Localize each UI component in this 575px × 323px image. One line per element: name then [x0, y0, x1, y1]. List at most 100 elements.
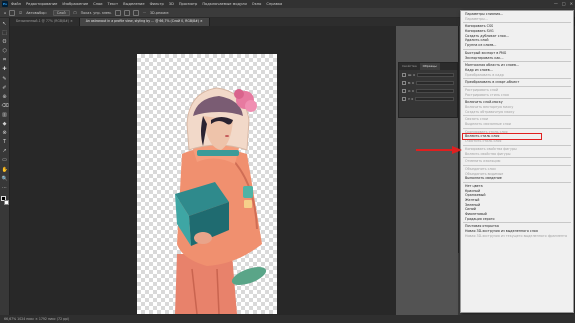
menu-edit[interactable]: Редактирование — [26, 2, 57, 6]
menu-separator — [463, 222, 571, 224]
crop-tool-icon[interactable]: ⌗ — [2, 57, 8, 63]
context-menu-item[interactable]: Градация серого — [461, 217, 573, 222]
height-field[interactable] — [415, 81, 454, 85]
menu-bar: Ps Файл Редактирование Изображение Слои … — [0, 0, 575, 8]
home-icon[interactable]: ⌂ — [4, 11, 6, 15]
properties-row: В: 0 — [402, 80, 454, 86]
y-position-icon — [402, 97, 406, 101]
blur-tool-icon[interactable]: ◆ — [2, 121, 8, 127]
properties-row: X: 0 — [402, 88, 454, 94]
tab-swatches[interactable]: Образцы — [419, 63, 440, 70]
tab-untitled-1[interactable]: Безымянный-1 @ 77% (RGB/8#) × — [10, 18, 80, 26]
menu-help[interactable]: Справка — [266, 2, 282, 6]
context-menu-item: Создать обтравочную маску — [465, 109, 515, 114]
menu-separator — [463, 85, 571, 87]
align-center-icon[interactable] — [123, 9, 130, 16]
close-icon[interactable]: ✕ — [570, 1, 573, 6]
gradient-tool-icon[interactable]: ▥ — [2, 112, 8, 118]
type-tool-icon[interactable]: T — [2, 139, 8, 145]
menu-3d[interactable]: 3D — [169, 2, 174, 6]
move-tool-icon[interactable]: ↖ — [2, 21, 8, 27]
path-select-tool-icon[interactable]: ↗ — [2, 148, 8, 154]
context-menu-item[interactable]: Преобразовать в смарт-объект — [461, 80, 573, 85]
width-field[interactable] — [417, 73, 454, 77]
eyedropper-tool-icon[interactable]: ✚ — [2, 66, 8, 72]
healing-brush-tool-icon[interactable]: ✎ — [2, 76, 8, 82]
more-options-icon[interactable]: ··· — [143, 11, 146, 15]
menu-plugins[interactable]: Подключаемые модули — [202, 2, 246, 6]
menu-separator — [463, 98, 571, 100]
show-controls-checkbox[interactable]: ☐ — [74, 11, 77, 15]
auto-select-label: Автовыбор: — [26, 10, 47, 15]
context-menu-item: Вклеить свойства фигуры — [465, 151, 511, 156]
canvas-area[interactable] — [10, 26, 396, 315]
more-tools-icon[interactable]: ⋯ — [2, 185, 8, 191]
zoom-tool-icon[interactable]: 🔍 — [2, 176, 8, 182]
width-label: Ш: 0 — [408, 73, 416, 77]
tools-panel: ↖ ⬚ ʘ ⬡ ⌗ ✚ ✎ ✐ ⊕ ⌫ ▥ ◆ ⊗ T ↗ ▭ ✋ 🔍 ⋯ — [0, 18, 10, 315]
auto-select-target-dropdown[interactable]: Слой — [52, 9, 70, 16]
menu-separator — [463, 164, 571, 166]
menu-type[interactable]: Текст — [108, 2, 119, 6]
clone-stamp-tool-icon[interactable]: ⊕ — [2, 94, 8, 100]
height-icon — [402, 81, 406, 85]
tab-properties[interactable]: Свойства — [399, 63, 420, 70]
menu-layers[interactable]: Слои — [93, 2, 102, 6]
context-menu-item: Параметры... — [465, 16, 488, 21]
astronaut-illustration — [175, 87, 267, 314]
menu-separator — [463, 22, 571, 24]
menu-window[interactable]: Окно — [252, 2, 262, 6]
menu-separator — [463, 144, 571, 146]
mode-3d-label: 3D-режим: — [149, 10, 170, 15]
context-menu-item: Растрировать стиль слоя — [465, 92, 509, 97]
align-left-icon[interactable] — [114, 9, 121, 16]
hand-tool-icon[interactable]: ✋ — [2, 167, 8, 173]
marquee-tool-icon[interactable]: ⬚ — [2, 30, 8, 36]
minimize-icon[interactable]: — — [554, 1, 558, 6]
tab-astronaut-image[interactable]: An astronaut in a profile view, styling … — [79, 18, 210, 26]
height-label: В: 0 — [408, 81, 414, 85]
background-color-swatch[interactable] — [3, 199, 9, 205]
move-tool-icon[interactable] — [9, 9, 16, 16]
menu-filter[interactable]: Фильтр — [150, 2, 164, 6]
photoshop-logo-icon: Ps — [2, 1, 8, 7]
document-canvas[interactable] — [137, 54, 277, 314]
properties-tabs: Свойства Образцы — [399, 63, 457, 70]
lasso-tool-icon[interactable]: ʘ — [2, 39, 8, 45]
align-right-icon[interactable] — [132, 9, 139, 16]
annotation-arrow-icon — [416, 146, 462, 154]
menu-separator — [463, 181, 571, 183]
show-controls-label: Показ. упр. элем. — [80, 10, 112, 15]
properties-row: Ш: 0 — [402, 72, 454, 78]
context-menu-item: Отменить изоляцию — [465, 159, 501, 164]
menu-view[interactable]: Просмотр — [179, 2, 197, 6]
window-controls: — □ ✕ — [554, 1, 573, 6]
context-menu-item[interactable]: Выполнить сведение — [461, 176, 573, 181]
menu-select[interactable]: Выделение — [123, 2, 144, 6]
context-menu-item: Преобразовать в кадр — [465, 72, 504, 77]
dodge-tool-icon[interactable]: ⊗ — [2, 130, 8, 136]
object-select-tool-icon[interactable]: ⬡ — [2, 48, 8, 54]
context-menu-item[interactable]: Экспортировать как... — [461, 56, 573, 61]
color-swatches[interactable] — [0, 195, 9, 205]
auto-select-checkbox[interactable]: ☑ — [19, 11, 22, 15]
context-menu-item: Новая 3D-экструзия из текущего выделенно… — [465, 233, 567, 238]
y-label: Y: 0 — [408, 97, 414, 101]
menu-file[interactable]: Файл — [11, 2, 21, 6]
x-field[interactable] — [415, 89, 454, 93]
y-field[interactable] — [415, 97, 454, 101]
eraser-tool-icon[interactable]: ⌫ — [2, 103, 9, 109]
menu-separator — [463, 48, 571, 50]
rectangle-tool-icon[interactable]: ▭ — [2, 157, 8, 163]
status-bar: 66,67% 1024 пикс × 1792 пикс (72 ppi) — [0, 315, 575, 323]
brush-tool-icon[interactable]: ✐ — [2, 85, 8, 91]
width-icon — [402, 73, 406, 77]
maximize-icon[interactable]: □ — [562, 1, 566, 6]
menu-separator — [463, 78, 571, 80]
menu-image[interactable]: Изображение — [62, 2, 88, 6]
properties-panel: Свойства Образцы Ш: 0 В: 0 X: 0 Y: 0 — [398, 62, 458, 118]
x-position-icon — [402, 89, 406, 93]
layer-context-menu: Параметры слияния... Параметры... Копирова… — [460, 10, 574, 313]
context-menu-item[interactable]: Группа из слоев... — [461, 43, 573, 48]
x-label: X: 0 — [408, 89, 414, 93]
